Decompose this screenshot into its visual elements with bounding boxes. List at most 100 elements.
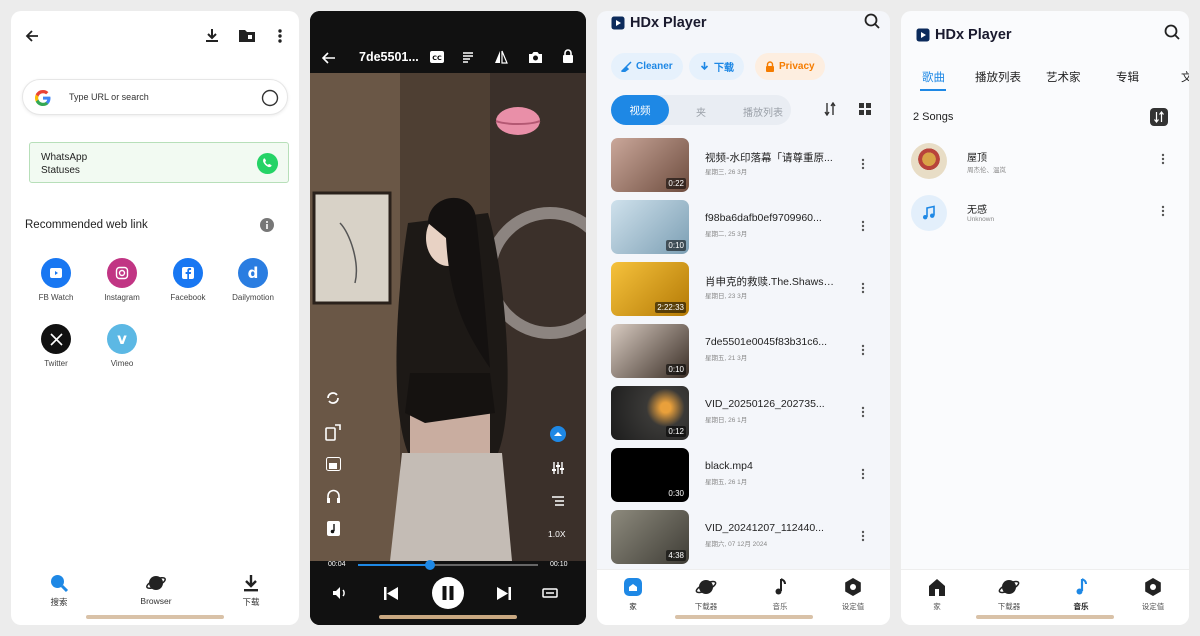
rotate-icon[interactable]	[326, 391, 340, 405]
link-facebook[interactable]: Facebook	[158, 258, 218, 302]
playlist-icon[interactable]	[551, 496, 565, 508]
seek-bar-thumb[interactable]	[425, 560, 435, 570]
cleaner-chip[interactable]: Cleaner	[611, 53, 683, 80]
nav-music[interactable]: 音乐	[750, 576, 810, 612]
playback-speed[interactable]: 1.0X	[548, 529, 566, 539]
previous-icon[interactable]	[383, 586, 399, 601]
video-name: 视频-水印落幕「请尊重原...	[705, 152, 833, 164]
search-icon[interactable]	[261, 89, 279, 107]
download-icon[interactable]	[204, 27, 220, 43]
active-tab-indicator	[920, 89, 946, 91]
more-vert-icon[interactable]	[861, 220, 865, 232]
grid-view-icon[interactable]	[859, 103, 871, 115]
link-fb-watch[interactable]: FB Watch	[26, 258, 86, 302]
video-frame[interactable]	[310, 73, 586, 561]
equalizer-icon[interactable]	[551, 461, 565, 475]
back-arrow-icon[interactable]	[322, 51, 336, 65]
nav-downloader[interactable]: 下载器	[979, 576, 1039, 612]
camera-icon[interactable]	[528, 51, 543, 63]
home-indicator	[674, 615, 813, 619]
link-vimeo[interactable]: v Vimeo	[92, 324, 152, 368]
video-name: 肖申克的救赎.The.Shawsh...	[705, 276, 837, 288]
nav-browser[interactable]: Browser	[131, 573, 181, 606]
nav-label: Browser	[140, 596, 172, 606]
search-icon[interactable]	[864, 13, 880, 29]
video-thumbnail: 2:22:33	[611, 262, 689, 316]
music-note-icon	[1076, 578, 1087, 595]
subtitles-icon[interactable]: CC	[430, 51, 444, 63]
sort-icon[interactable]	[824, 102, 836, 116]
nav-label: 音乐	[772, 602, 788, 611]
more-vert-icon[interactable]	[1161, 205, 1165, 217]
nav-music[interactable]: 音乐	[1051, 576, 1111, 612]
link-dailymotion[interactable]: d Dailymotion	[223, 258, 283, 302]
tab-artists[interactable]: 艺术家	[1046, 69, 1081, 85]
more-vert-icon[interactable]	[861, 530, 865, 542]
more-vert-icon[interactable]	[1161, 153, 1165, 165]
song-artist: 周杰伦、温岚	[967, 167, 1006, 174]
planet-icon	[146, 576, 166, 590]
video-row[interactable]: 0:12 VID_20250126_202735... 星期日, 26 1月	[611, 386, 881, 442]
back-arrow-icon[interactable]	[24, 28, 40, 44]
download-chip[interactable]: 下载	[689, 53, 744, 80]
nav-settings[interactable]: 设定值	[823, 576, 883, 612]
link-label: Instagram	[104, 293, 140, 302]
time-current: 00:04	[328, 561, 346, 568]
video-thumbnail: 0:10	[611, 200, 689, 254]
privacy-chip[interactable]: Privacy	[755, 53, 825, 80]
segment-playlists[interactable]: 播放列表	[743, 104, 783, 119]
headphones-icon[interactable]	[326, 489, 341, 503]
tab-songs[interactable]: 歌曲	[922, 69, 945, 85]
link-instagram[interactable]: Instagram	[92, 258, 152, 302]
tab-albums[interactable]: 专辑	[1116, 69, 1139, 85]
seek-bar[interactable]	[358, 560, 538, 570]
video-thumbnail: 0:12	[611, 386, 689, 440]
song-row[interactable]: 无感 Unknown	[911, 195, 1183, 235]
video-row[interactable]: 2:22:33 肖申克的救赎.The.Shawsh... 星期日, 23 3月	[611, 262, 881, 318]
nav-settings[interactable]: 设定值	[1123, 576, 1183, 612]
tab-playlists[interactable]: 播放列表	[975, 69, 1021, 85]
nav-downloader[interactable]: 下载器	[676, 576, 736, 612]
video-row[interactable]: 0:22 视频-水印落幕「请尊重原... 星期三, 26 3月	[611, 138, 881, 194]
folder-icon[interactable]	[238, 28, 256, 43]
lock-icon[interactable]	[562, 49, 574, 63]
volume-icon[interactable]	[332, 586, 348, 600]
segment-videos[interactable]: 视频	[611, 95, 669, 125]
video-row[interactable]: 0:30 black.mp4 星期五, 26 1月	[611, 448, 881, 504]
more-vert-icon[interactable]	[861, 282, 865, 294]
facebook-icon	[173, 258, 203, 288]
more-vert-icon[interactable]	[861, 406, 865, 418]
more-vert-icon[interactable]	[861, 158, 865, 170]
video-row[interactable]: 0:10 f98ba6dafb0ef9709960... 星期二, 25 3月	[611, 200, 881, 256]
search-icon	[51, 575, 69, 593]
whatsapp-statuses-card[interactable]: WhatsApp Statuses	[29, 142, 289, 183]
audio-track-icon[interactable]	[462, 51, 474, 63]
tab-folders[interactable]: 文	[1181, 69, 1189, 85]
search-icon[interactable]	[1164, 24, 1180, 40]
aspect-ratio-icon[interactable]	[542, 588, 558, 598]
url-search-bar[interactable]: Type URL or search	[22, 79, 288, 115]
pause-button[interactable]	[432, 577, 464, 609]
scroll-up-button[interactable]	[550, 426, 566, 442]
mirror-icon[interactable]	[494, 50, 508, 64]
more-vert-icon[interactable]	[861, 344, 865, 356]
nav-home[interactable]: 家	[603, 576, 663, 612]
link-twitter[interactable]: Twitter	[26, 324, 86, 368]
nav-download[interactable]: 下载	[231, 573, 271, 608]
nav-home[interactable]: 家	[907, 576, 967, 612]
song-row[interactable]: 屋顶 周杰伦、温岚	[911, 143, 1183, 183]
video-row[interactable]: 4:38 VID_20241207_112440... 星期六, 07 12月 …	[611, 510, 881, 566]
info-icon[interactable]	[260, 218, 274, 232]
more-vert-icon[interactable]	[277, 28, 283, 44]
more-vert-icon[interactable]	[861, 468, 865, 480]
link-label: Vimeo	[110, 359, 134, 368]
pip-icon[interactable]	[326, 457, 341, 471]
sort-button[interactable]	[1150, 108, 1168, 126]
chip-label: Privacy	[779, 61, 815, 72]
orientation-icon[interactable]	[325, 423, 343, 441]
nav-search[interactable]: 搜索	[39, 573, 79, 608]
segment-folders[interactable]: 夹	[696, 104, 706, 119]
music-note-icon[interactable]	[327, 521, 340, 536]
video-row[interactable]: 0:10 7de5501e0045f83b31c6... 星期五, 21 3月	[611, 324, 881, 380]
next-icon[interactable]	[496, 586, 512, 601]
